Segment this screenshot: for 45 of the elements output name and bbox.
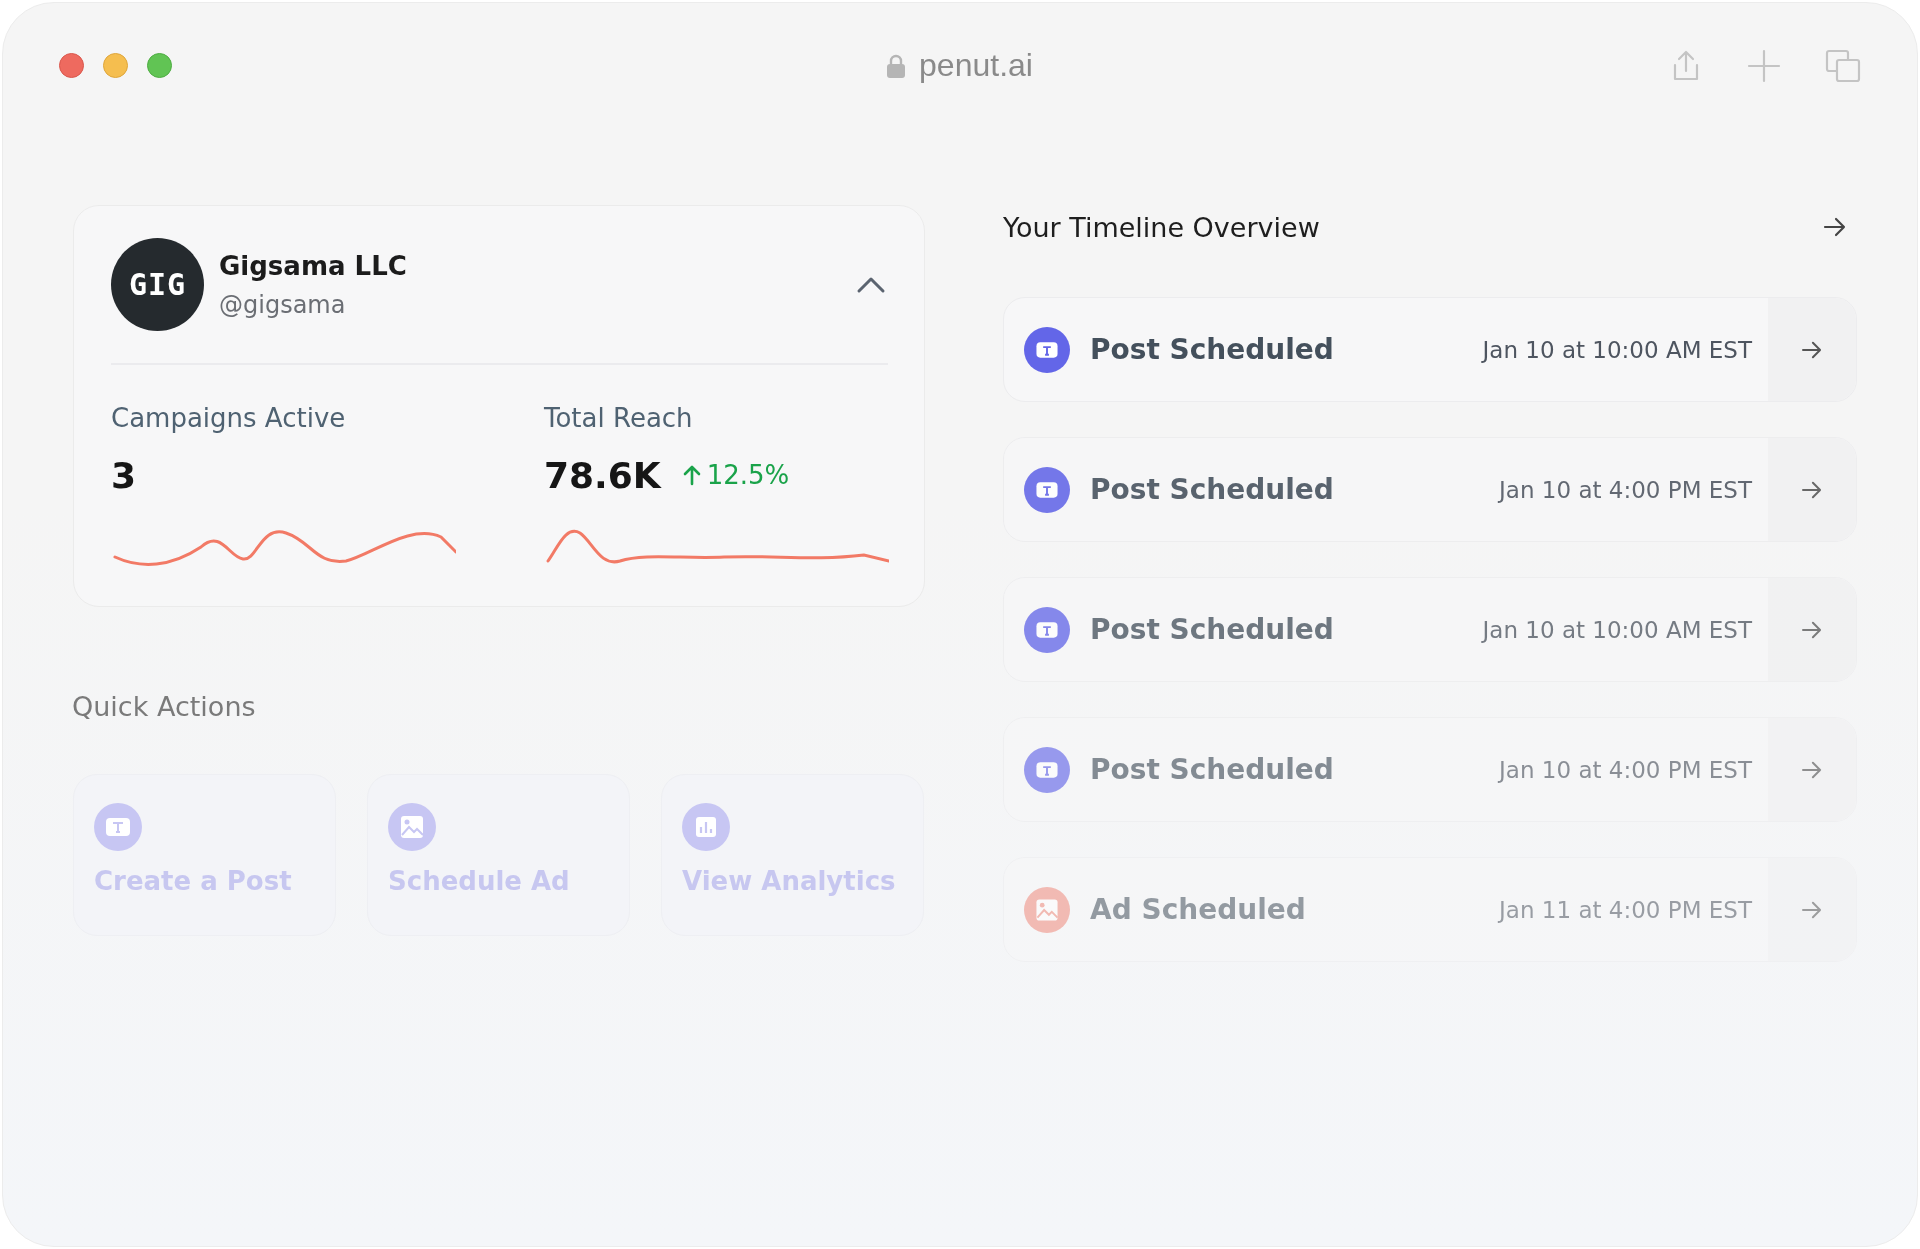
- event-time: Jan 11 at 4:00 PM EST: [1499, 896, 1752, 923]
- timeline-item[interactable]: Post Scheduled Jan 10 at 4:00 PM EST: [1003, 437, 1857, 542]
- text-icon: [1024, 466, 1070, 513]
- event-title: Post Scheduled: [1090, 613, 1334, 646]
- event-time: Jan 10 at 10:00 AM EST: [1482, 616, 1752, 643]
- avatar-logo: GIG: [111, 238, 204, 331]
- timeline-item[interactable]: Ad Scheduled Jan 11 at 4:00 PM EST: [1003, 857, 1857, 962]
- stat-label: Campaigns Active: [111, 403, 347, 433]
- event-time: Jan 10 at 4:00 PM EST: [1499, 476, 1752, 503]
- section-title: Your Timeline Overview: [1003, 211, 1320, 243]
- event-title: Post Scheduled: [1090, 753, 1334, 786]
- event-title: Post Scheduled: [1090, 473, 1334, 506]
- timeline-item[interactable]: Post Scheduled Jan 10 at 10:00 AM EST: [1003, 577, 1857, 682]
- address-text[interactable]: penut.ai: [919, 47, 1033, 84]
- chevron-icon[interactable]: [856, 275, 886, 294]
- text-icon: [1024, 326, 1070, 373]
- text-icon: [1024, 606, 1070, 653]
- event-time: Jan 10 at 10:00 AM EST: [1482, 336, 1752, 363]
- text-icon: [1024, 746, 1070, 793]
- arrow-right-icon[interactable]: [1801, 480, 1823, 499]
- plus-icon[interactable]: [1747, 48, 1781, 83]
- close-button[interactable]: [59, 53, 84, 78]
- change-indicator: 12.5%: [682, 460, 790, 490]
- zoom-button[interactable]: [147, 53, 172, 78]
- arrow-right-icon[interactable]: [1801, 340, 1823, 359]
- timeline-item[interactable]: Post Scheduled Jan 10 at 10:00 AM EST: [1003, 297, 1857, 402]
- account-handle: @gigsama: [219, 290, 347, 319]
- arrow-right-icon[interactable]: [1801, 620, 1823, 639]
- image-icon: [1024, 886, 1070, 933]
- lock-icon: [887, 53, 906, 78]
- event-time: Jan 10 at 4:00 PM EST: [1499, 756, 1752, 783]
- event-title: Ad Scheduled: [1090, 893, 1306, 926]
- event-title: Post Scheduled: [1090, 333, 1334, 366]
- stat-value: 3: [111, 454, 137, 496]
- image-icon: [388, 803, 436, 851]
- minimize-button[interactable]: [103, 53, 128, 78]
- arrow-right-icon[interactable]: [1823, 217, 1847, 237]
- tabs-icon[interactable]: [1825, 48, 1861, 83]
- timeline-item[interactable]: Post Scheduled Jan 10 at 4:00 PM EST: [1003, 717, 1857, 822]
- stat-label: Total Reach: [544, 403, 694, 433]
- account-name: Gigsama LLC: [219, 250, 407, 281]
- bar-chart-icon: [682, 803, 730, 851]
- text-icon: [94, 803, 142, 851]
- stat-value: 78.6K: [544, 454, 661, 496]
- section-title: Quick Actions: [72, 691, 257, 722]
